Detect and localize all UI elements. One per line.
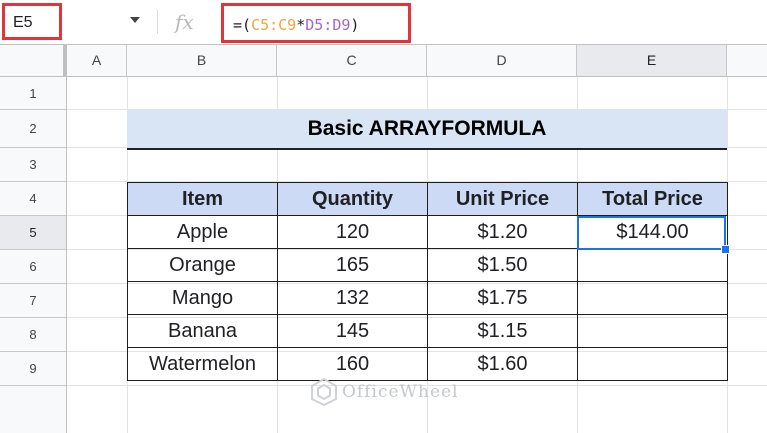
table-row: Mango 132 $1.75 <box>127 281 728 315</box>
formula-input[interactable]: =(C5:C9*D5:D9) <box>221 3 411 43</box>
cell-unit-price[interactable]: $1.15 <box>427 314 578 348</box>
cell-quantity[interactable]: 165 <box>277 248 428 282</box>
header-unit-price[interactable]: Unit Price <box>427 182 578 216</box>
cell-quantity[interactable]: 132 <box>277 281 428 315</box>
cell-item[interactable]: Apple <box>127 215 278 249</box>
column-header-e[interactable]: E <box>577 45 727 76</box>
cell-total-price[interactable] <box>577 314 728 348</box>
page-title: Basic ARRAYFORMULA <box>127 110 727 150</box>
formula-token-plain: =( <box>233 16 252 34</box>
row-header-7[interactable]: 7 <box>0 284 66 318</box>
cell-total-price[interactable] <box>577 347 728 381</box>
header-item[interactable]: Item <box>127 182 278 216</box>
cell-quantity[interactable]: 145 <box>277 314 428 348</box>
row-header-9[interactable]: 9 <box>0 352 66 386</box>
table-row: Banana 145 $1.15 <box>127 314 728 348</box>
divider <box>157 10 158 34</box>
watermark: OfficeWheel <box>342 382 459 402</box>
header-quantity[interactable]: Quantity <box>277 182 428 216</box>
formula-token-plain: * <box>296 16 306 34</box>
data-table: Item Quantity Unit Price Total Price App… <box>127 182 728 381</box>
column-header-b[interactable]: B <box>127 45 277 76</box>
cell-item[interactable]: Banana <box>127 314 278 348</box>
formula-token-plain: ) <box>350 16 360 34</box>
formula-token-range-a: C5:C9 <box>251 16 297 34</box>
table-row: Apple 120 $1.20 $144.00 <box>127 215 728 249</box>
row-header-2[interactable]: 2 <box>0 110 66 148</box>
formula-token-range-b: D5:D9 <box>305 16 351 34</box>
cell-unit-price[interactable]: $1.20 <box>427 215 578 249</box>
name-box[interactable]: E5 <box>2 3 62 40</box>
table-row: Watermelon 160 $1.60 <box>127 347 728 381</box>
row-header-bar: 1 2 3 4 5 6 7 8 9 <box>0 77 67 433</box>
column-header-bar: A B C D E <box>0 45 767 77</box>
cell-total-price[interactable]: $144.00 <box>577 215 728 249</box>
cell-quantity[interactable]: 160 <box>277 347 428 381</box>
row-header-4[interactable]: 4 <box>0 182 66 216</box>
cell-total-price[interactable] <box>577 248 728 282</box>
cell-item[interactable]: Orange <box>127 248 278 282</box>
fill-handle[interactable] <box>721 245 730 254</box>
cell-item[interactable]: Mango <box>127 281 278 315</box>
column-header-a[interactable]: A <box>67 45 127 76</box>
column-header-d[interactable]: D <box>427 45 577 76</box>
cell-unit-price[interactable]: $1.60 <box>427 347 578 381</box>
row-header-6[interactable]: 6 <box>0 250 66 284</box>
formula-bar: E5 fx =(C5:C9*D5:D9) <box>0 0 767 45</box>
officewheel-logo-icon <box>311 378 337 406</box>
column-header-c[interactable]: C <box>277 45 427 76</box>
table-row: Orange 165 $1.50 <box>127 248 728 282</box>
fx-icon: fx <box>173 10 194 34</box>
row-header-1[interactable]: 1 <box>0 77 66 110</box>
table-header-row: Item Quantity Unit Price Total Price <box>127 182 728 216</box>
cell-total-price[interactable] <box>577 281 728 315</box>
svg-text:fx: fx <box>173 10 194 34</box>
cell-unit-price[interactable]: $1.50 <box>427 248 578 282</box>
row-header-5[interactable]: 5 <box>0 216 66 250</box>
cell-item[interactable]: Watermelon <box>127 347 278 381</box>
row-header-3[interactable]: 3 <box>0 148 66 182</box>
header-total-price[interactable]: Total Price <box>577 182 728 216</box>
cell-unit-price[interactable]: $1.75 <box>427 281 578 315</box>
row-header-8[interactable]: 8 <box>0 318 66 352</box>
select-all-corner[interactable] <box>0 45 67 76</box>
cell-quantity[interactable]: 120 <box>277 215 428 249</box>
chevron-down-icon[interactable] <box>130 17 140 23</box>
